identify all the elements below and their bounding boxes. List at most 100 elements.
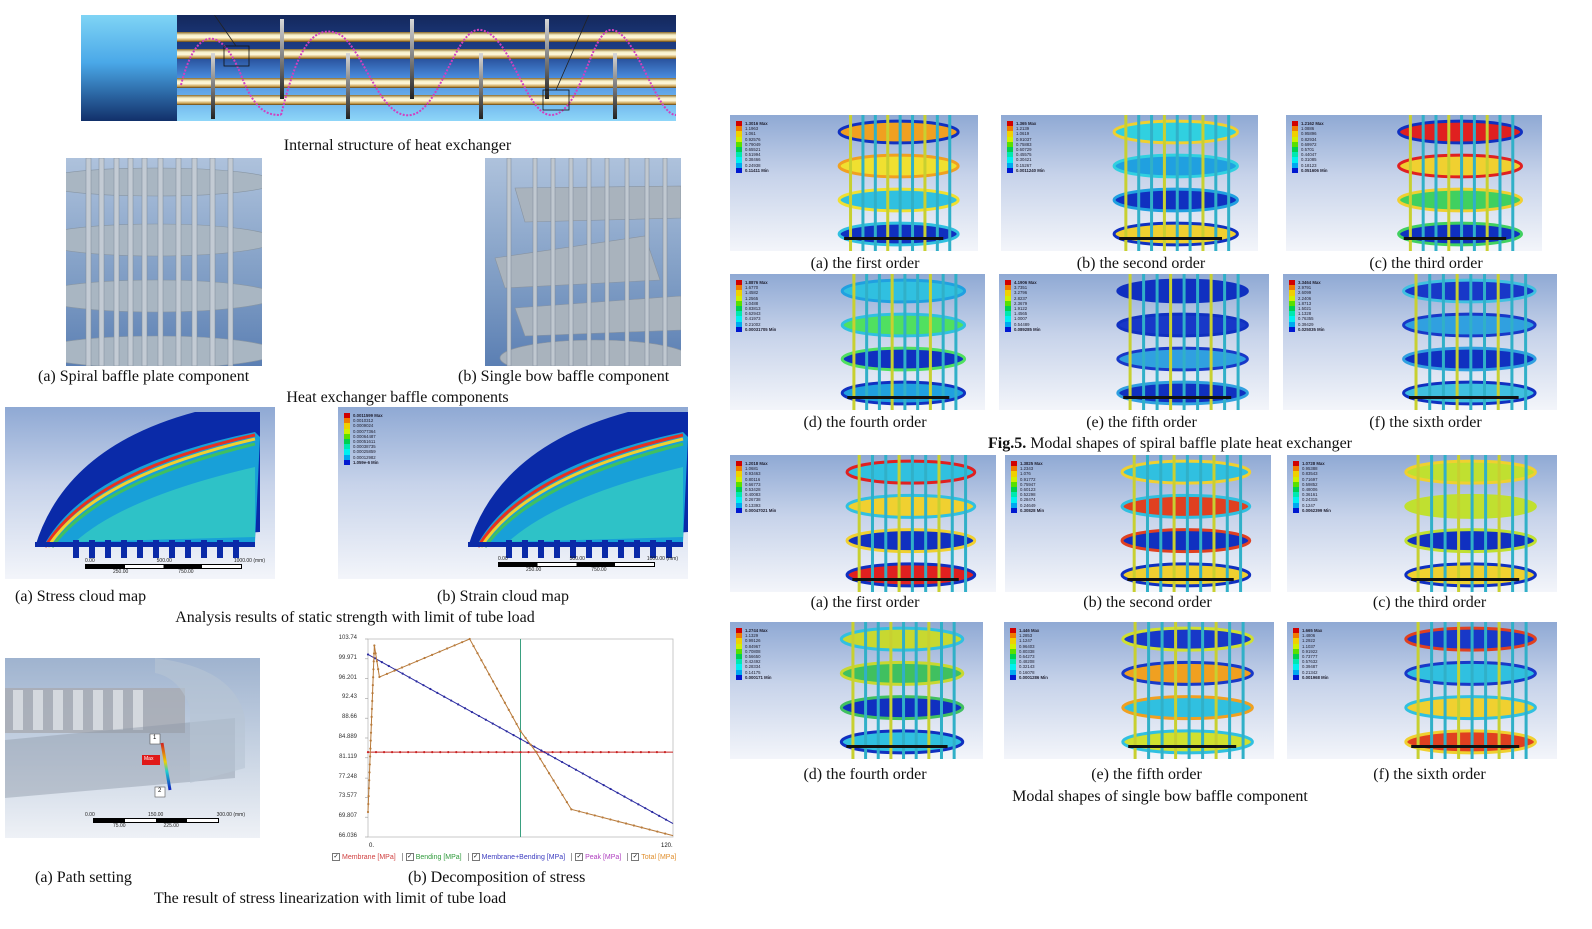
spiral_modal-mode-1-image: 1.3016 Max 1.1963 1.061 0.92576 0.79049 0.655… [730, 115, 978, 251]
series-point [369, 755, 372, 758]
series-point [471, 751, 474, 754]
spiral_modal-mode-4-caption: (d) the fourth order [803, 414, 927, 431]
scale-label: 300.00 (mm) [216, 812, 245, 818]
mode-legend: 1.665 Max 1.4806 1.2922 1.1037 0.91922 0.7377… [1293, 628, 1329, 680]
series-point [374, 751, 378, 754]
legend-bending[interactable]: ✓ Bending [MPa] [401, 853, 462, 861]
series-point [495, 751, 498, 754]
series-point [380, 661, 383, 664]
series-point [479, 751, 482, 754]
series-point [581, 772, 584, 775]
series-point [556, 786, 560, 789]
single-bow-baffle-image [485, 158, 681, 366]
x-tick-120: 120. [661, 843, 673, 849]
series-point [503, 751, 506, 754]
spiral_modal-mode-2-image: 1.365 Max 1.2139 1.0619 0.91037 0.75883 0.607… [1001, 115, 1258, 251]
checkbox[interactable]: ✓ [471, 853, 480, 861]
checkbox[interactable]: ✓ [575, 853, 584, 861]
series-point [436, 691, 439, 694]
series-point [593, 814, 596, 817]
scale-label: 750.00 [591, 567, 607, 573]
legend-membrane[interactable]: ✓ Membrane [MPa] [329, 853, 396, 861]
series-point [658, 814, 661, 817]
series-point [447, 751, 450, 754]
bow_modal-mode-6-image: 1.665 Max 1.4806 1.2922 1.1037 0.91922 0.7377… [1287, 622, 1557, 759]
series-point [429, 687, 432, 691]
scale-label: 0.00 [85, 558, 95, 564]
series-point [371, 691, 374, 695]
legend-value: 0.051606 Min [1301, 167, 1328, 173]
series-point [630, 799, 633, 802]
mode-legend: 1.2162 Max 1.0886 0.95896 0.82934 0.69972 0.5… [1292, 121, 1328, 173]
series-point [601, 816, 604, 819]
series-point [534, 750, 537, 753]
series-point [656, 830, 659, 833]
series-point [431, 751, 434, 754]
single-bow-baffle-caption: (b) Single bow baffle component [458, 368, 670, 385]
checkbox[interactable]: ✓ [405, 853, 414, 861]
strain-cloud-map-image: 0.0011599 Max 0.0010312 0.0009024 0.0007… [338, 407, 688, 579]
series-point [524, 736, 527, 740]
series-point [371, 684, 374, 687]
scale-label: 250.00 [113, 569, 129, 575]
checkbox[interactable]: ✓ [332, 853, 340, 861]
series-point [616, 791, 619, 794]
bow_modal-mode-6-caption: (f) the sixth order [1373, 766, 1486, 783]
series-point [559, 751, 562, 754]
series-point [585, 812, 589, 815]
series-point [632, 824, 635, 827]
series-point [390, 751, 394, 754]
series-point [567, 764, 571, 767]
series-point [624, 822, 628, 825]
series-point [368, 763, 371, 766]
series-point [385, 672, 389, 675]
series-point [399, 751, 402, 754]
series-point [387, 664, 390, 668]
strain-cloud-map-caption: (b) Strain cloud map [437, 588, 569, 605]
legend-label: Membrane [MPa] [342, 853, 396, 861]
series-point [588, 776, 591, 779]
series-point [422, 684, 425, 687]
legend-peak[interactable]: ✓ Peak [MPa] [571, 853, 621, 861]
series-point [623, 751, 626, 754]
series-point [407, 751, 410, 754]
spiral_modal-mode-3-caption: (c) the third order [1369, 255, 1483, 272]
legend-total[interactable]: ✓ Total [MPa] [627, 853, 676, 861]
legend-value: 0.00031705 Min [745, 326, 777, 332]
legend-value: 0.0062399 Min [1302, 507, 1331, 513]
chart-legend: ✓ Membrane [MPa] ✓ Bending [MPa] ✓ Membrane… [329, 853, 676, 861]
mode-legend: 4.1906 Max 3.7351 3.2796 2.8237 2.3679 1.9122… [1005, 280, 1041, 332]
series-point [617, 820, 620, 823]
series-point [664, 818, 668, 821]
series-point [491, 722, 494, 725]
checkbox[interactable]: ✓ [631, 853, 640, 861]
bow_modal-mode-4-image: 1.2744 Max 1.1329 0.99126 0.84967 0.70808 0.5… [730, 622, 983, 759]
static-strength-caption: Analysis results of static strength with… [175, 609, 535, 626]
series-point [615, 751, 618, 754]
series-point [574, 768, 578, 771]
series-point [463, 707, 467, 710]
bow_modal-mode-1-caption: (a) the first order [810, 594, 920, 611]
mode-legend: 1.446 Max 1.2853 1.1247 0.96403 0.80338 0.642… [1010, 628, 1048, 680]
spiral-baffle-caption: (a) Spiral baffle plate component [38, 368, 250, 385]
series-point [599, 751, 602, 754]
series-point [602, 784, 605, 787]
series-point [382, 751, 386, 754]
bow_modal-mode-5-image: 1.446 Max 1.2853 1.1247 0.96403 0.80338 0.642… [1004, 622, 1274, 759]
series-point [533, 745, 536, 748]
series-point [651, 810, 654, 814]
series-point [609, 787, 612, 791]
series-point [561, 793, 564, 797]
legend-label: Peak [MPa] [585, 853, 622, 861]
series-point [498, 726, 501, 729]
legend-membrane-bending[interactable]: ✓ Membrane+Bending [MPa] [467, 853, 565, 861]
bow-modal-caption: Modal shapes of single bow baffle compon… [1012, 788, 1308, 805]
series-point [507, 708, 510, 711]
series-point [370, 707, 374, 711]
series-point [578, 810, 581, 813]
series-point [554, 757, 557, 760]
series-point [512, 734, 515, 737]
series-point [470, 710, 474, 714]
series-point [503, 701, 506, 704]
series-point [408, 663, 411, 666]
